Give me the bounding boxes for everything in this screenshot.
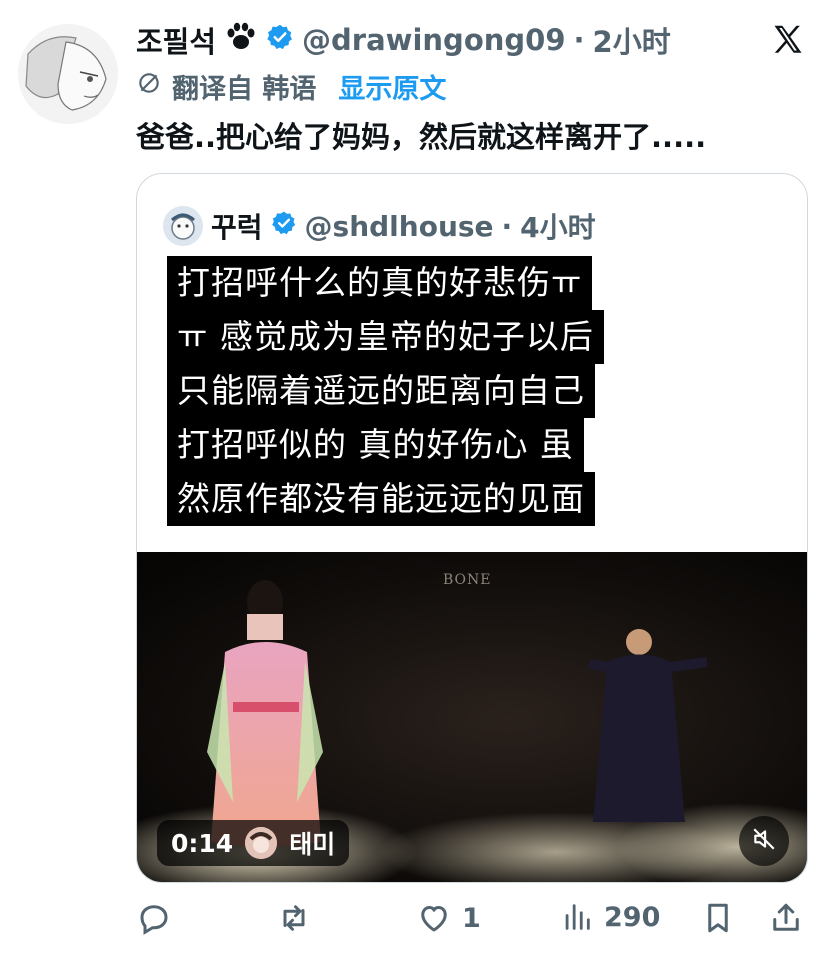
x-logo-icon[interactable]	[770, 22, 806, 58]
uploader-avatar	[245, 827, 278, 859]
caption-line: ㅠ 感觉成为皇帝的妃子以后	[167, 310, 604, 364]
translation-row: 翻译自 韩语 显示原文	[136, 66, 446, 106]
tweet-text: 爸爸..把心给了妈妈，然后就这样离开了.....	[136, 120, 707, 154]
quoted-tweet-text: 打招呼什么的真的好悲伤ㅠ ㅠ 感觉成为皇帝的妃子以后 只能隔着遥远的距离向自己 …	[167, 256, 689, 526]
reply-icon	[136, 900, 172, 936]
caption-line: 然原作都没有能远远的见面	[167, 472, 595, 526]
video-watermark: BONE	[443, 572, 492, 588]
verified-badge-icon	[266, 23, 294, 58]
quoted-time[interactable]: 4小时	[520, 206, 595, 246]
quoted-handle[interactable]: @shdlhouse	[305, 210, 494, 243]
author-avatar[interactable]	[18, 24, 118, 124]
paw-icon	[224, 22, 258, 59]
views-icon	[560, 900, 594, 934]
views-button[interactable]: 290	[560, 900, 660, 934]
quoted-author-avatar[interactable]	[163, 206, 203, 246]
mute-button[interactable]	[739, 816, 789, 866]
uploader-name: 태미	[289, 830, 336, 859]
quoted-tweet-card[interactable]: 꾸럭 @shdlhouse · 4小时 打招呼什么的真的好悲伤ㅠ ㅠ 感觉成为皇…	[136, 173, 808, 883]
mute-icon	[751, 826, 777, 856]
tweet-time[interactable]: 2小时	[593, 19, 671, 61]
quoted-display-name[interactable]: 꾸럭	[211, 206, 263, 246]
caption-line: 打招呼似的 真的好伤心 虽	[167, 418, 584, 472]
translated-from-label: 翻译自 韩语	[172, 73, 317, 105]
video-timestamp: 0:14	[171, 828, 234, 858]
bookmark-icon	[700, 900, 736, 936]
video-timestamp-overlay: 0:14 태미	[157, 820, 350, 866]
reply-button[interactable]	[136, 900, 182, 936]
author-display-name[interactable]: 조필석	[136, 19, 216, 61]
quoted-tweet-header: 꾸럭 @shdlhouse · 4小时	[163, 204, 596, 248]
separator-dot: ·	[501, 209, 513, 243]
caption-line: 打招呼什么的真的好悲伤ㅠ	[167, 256, 593, 310]
share-icon	[768, 900, 804, 936]
bookmark-button[interactable]	[700, 900, 736, 936]
caption-line: 只能隔着遥远的距离向自己	[167, 364, 595, 418]
share-button[interactable]	[768, 900, 804, 936]
action-bar: 1 290	[0, 890, 828, 956]
like-icon	[416, 900, 452, 936]
author-handle[interactable]: @drawingong09	[302, 23, 565, 57]
translate-icon	[136, 70, 162, 103]
separator-dot: ·	[573, 23, 585, 57]
video-player[interactable]: BONE 0:14 태미	[137, 552, 807, 882]
retweet-icon	[276, 900, 312, 936]
like-button[interactable]: 1	[416, 900, 481, 936]
like-count: 1	[462, 902, 481, 934]
verified-badge-icon	[271, 210, 297, 243]
tweet-header: 조필석 @drawingong09 · 2小时	[136, 18, 748, 62]
retweet-button[interactable]	[276, 900, 322, 936]
show-original-link[interactable]: 显示原文	[338, 67, 446, 106]
views-count: 290	[604, 901, 661, 933]
